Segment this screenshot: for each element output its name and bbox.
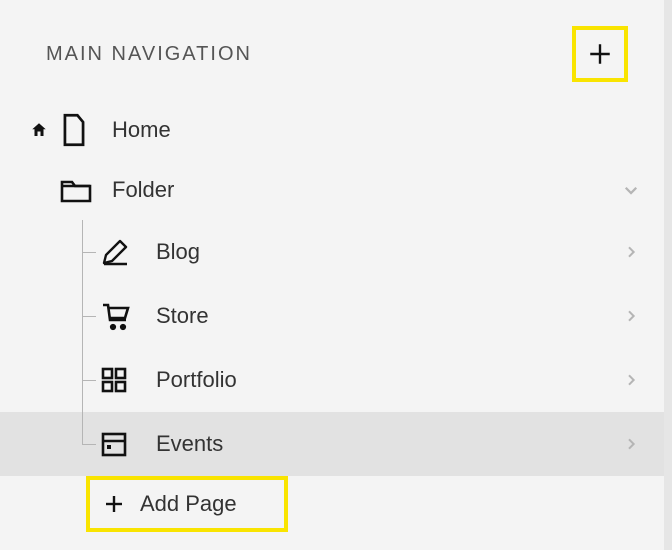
nav-item-home[interactable]: Home (0, 100, 664, 160)
plus-icon (587, 41, 613, 67)
nav-item-label: Portfolio (156, 367, 616, 393)
nav-item-label: Events (156, 431, 616, 457)
add-page-button[interactable]: Add Page (86, 476, 288, 532)
nav-item-events[interactable]: Events (0, 412, 664, 476)
home-indicator-icon (30, 121, 48, 139)
chevron-right-icon (623, 308, 639, 324)
add-page-label: Add Page (140, 491, 237, 517)
panel-title: MAIN NAVIGATION (46, 43, 252, 66)
nav-item-label: Blog (156, 239, 616, 265)
chevron-right-icon (623, 372, 639, 388)
nav-item-store[interactable]: Store (0, 284, 664, 348)
plus-icon (102, 492, 126, 516)
chevron-right-icon (623, 436, 639, 452)
cart-icon (100, 300, 132, 332)
chevron-down-icon (622, 181, 640, 199)
calendar-icon (100, 430, 128, 458)
nav-item-blog[interactable]: Blog (0, 220, 664, 284)
chevron-right-icon (623, 244, 639, 260)
panel-edge (664, 0, 672, 550)
header: MAIN NAVIGATION (0, 0, 664, 92)
nav-item-label: Folder (112, 177, 616, 203)
navigation-panel: MAIN NAVIGATION (0, 0, 664, 550)
folder-icon (60, 176, 92, 204)
pen-icon (100, 237, 130, 267)
nav-item-label: Home (112, 117, 646, 143)
nav-item-folder[interactable]: Folder (0, 160, 664, 220)
nav-item-label: Store (156, 303, 616, 329)
grid-icon (100, 366, 128, 394)
nav-item-portfolio[interactable]: Portfolio (0, 348, 664, 412)
nav-list: Home Folder (0, 92, 664, 532)
page-icon (60, 113, 88, 147)
add-button[interactable] (572, 26, 628, 82)
